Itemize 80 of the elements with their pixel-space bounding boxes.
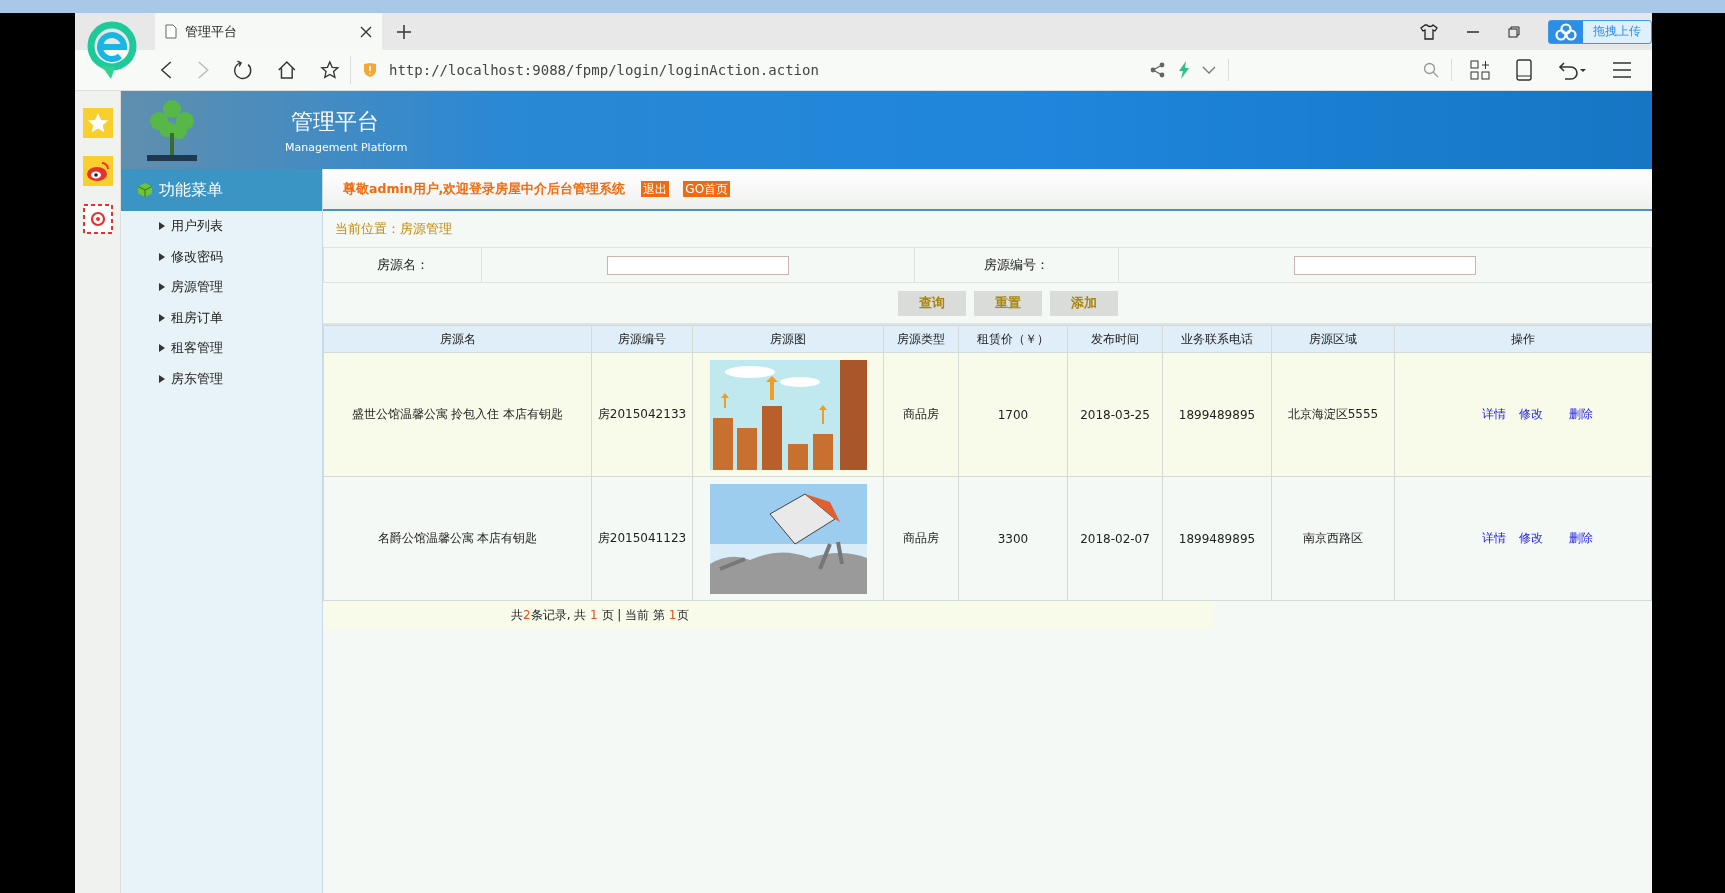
menu-item[interactable]: 房源管理 <box>121 272 223 303</box>
table-cell: 盛世公馆温馨公寓 拎包入住 本店有钥匙 <box>323 352 592 477</box>
input-field[interactable] <box>1294 255 1476 275</box>
action-link[interactable]: 详情 <box>1482 531 1506 545</box>
menu-item[interactable]: 用户列表 <box>121 211 223 242</box>
table-cell: 3300 <box>958 476 1068 601</box>
cube-icon <box>137 182 153 198</box>
browser-tab[interactable]: 管理平台 <box>155 13 382 50</box>
table-cell: 商品房 <box>883 476 959 601</box>
browser-logo-icon <box>87 21 137 81</box>
weibo-icon[interactable] <box>82 156 113 186</box>
triangle-icon <box>159 374 165 383</box>
tablet-icon[interactable] <box>1516 59 1532 81</box>
share-icon[interactable] <box>1150 62 1166 78</box>
column-header: 房源图 <box>692 325 884 353</box>
column-header: 操作 <box>1394 325 1652 353</box>
triangle-icon <box>159 283 165 292</box>
triangle-icon <box>159 252 165 261</box>
header-subtitle: Management Platform <box>285 140 408 154</box>
pagination-text: 条记录, 共 <box>530 606 588 624</box>
table-cell: 1899489895 <box>1162 352 1272 477</box>
triangle-icon <box>159 313 165 322</box>
chevron-down-icon[interactable] <box>1202 65 1216 75</box>
table-cell: 房2015041123 <box>591 476 693 601</box>
home-icon[interactable] <box>276 59 297 81</box>
column-header: 发布时间 <box>1067 325 1163 353</box>
undo-icon[interactable] <box>1558 60 1586 80</box>
column-header: 房源区域 <box>1271 325 1395 353</box>
menu-item[interactable]: 修改密码 <box>121 241 223 272</box>
page-icon <box>165 24 177 39</box>
page-count: 2 <box>523 608 531 622</box>
column-header: 房源类型 <box>883 325 959 353</box>
breadcrumb: 当前位置：房源管理 <box>335 220 452 238</box>
shirt-icon[interactable] <box>1420 23 1438 40</box>
pagination-text: 共 <box>511 606 523 624</box>
apps-icon[interactable] <box>1470 60 1490 80</box>
pagination-text: 页 | 当前 第 <box>600 606 667 624</box>
pagination-text: 页 <box>676 606 689 624</box>
action-link[interactable]: 修改 <box>1519 407 1543 421</box>
menu-item[interactable]: 租房订单 <box>121 302 223 333</box>
triangle-icon <box>159 222 165 231</box>
table-cell: 名爵公馆温馨公寓 本店有钥匙 <box>323 476 592 601</box>
table-cell: 房2015042133 <box>591 352 693 477</box>
search-icon[interactable] <box>1423 62 1439 78</box>
welcome-message: 尊敬admin用户,欢迎登录房屋中介后台管理系统 <box>343 180 626 198</box>
action-link[interactable]: 删除 <box>1569 531 1593 545</box>
action-link[interactable]: 删除 <box>1569 407 1593 421</box>
action-link[interactable]: 详情 <box>1482 407 1506 421</box>
address-field[interactable]: http://localhost:9088/fpmp/login/loginAction.action <box>350 56 1451 84</box>
page-count: 1 <box>590 608 598 622</box>
column-header: 租赁价（￥） <box>958 325 1068 353</box>
table-cell: 商品房 <box>883 352 959 477</box>
new-tab-icon[interactable] <box>396 23 412 40</box>
table-cell: 北京海淀区5555 <box>1271 352 1395 477</box>
column-header: 房源编号 <box>591 325 693 353</box>
back-icon[interactable] <box>160 60 173 80</box>
reload-icon[interactable] <box>233 59 253 81</box>
menu-item[interactable]: 房东管理 <box>121 363 223 394</box>
header-title: 管理平台 <box>291 107 380 136</box>
field-label: 房源名： <box>376 256 429 274</box>
menu-header: 功能菜单 <box>121 169 322 211</box>
close-icon[interactable] <box>360 25 372 38</box>
menu-icon[interactable] <box>1612 61 1632 79</box>
input-field[interactable] <box>607 255 789 275</box>
shield-icon <box>363 62 377 78</box>
page-count: 1 <box>668 608 677 622</box>
menu-item[interactable]: 租客管理 <box>121 333 223 364</box>
column-header: 业务联系电话 <box>1162 325 1272 353</box>
table-cell: 1700 <box>958 352 1068 477</box>
table-cell: 2018-03-25 <box>1067 352 1163 477</box>
star-icon[interactable] <box>320 59 340 81</box>
table-cell: 1899489895 <box>1162 476 1272 601</box>
table-cell: 南京西路区 <box>1271 476 1395 601</box>
column-header: 房源名 <box>323 325 592 353</box>
action-link[interactable]: 修改 <box>1519 531 1543 545</box>
field-label: 房源编号： <box>984 256 1049 274</box>
restore-icon[interactable] <box>1508 25 1520 38</box>
cloud-icon <box>1549 20 1583 43</box>
table-cell: 2018-02-07 <box>1067 476 1163 601</box>
triangle-icon <box>159 344 165 353</box>
